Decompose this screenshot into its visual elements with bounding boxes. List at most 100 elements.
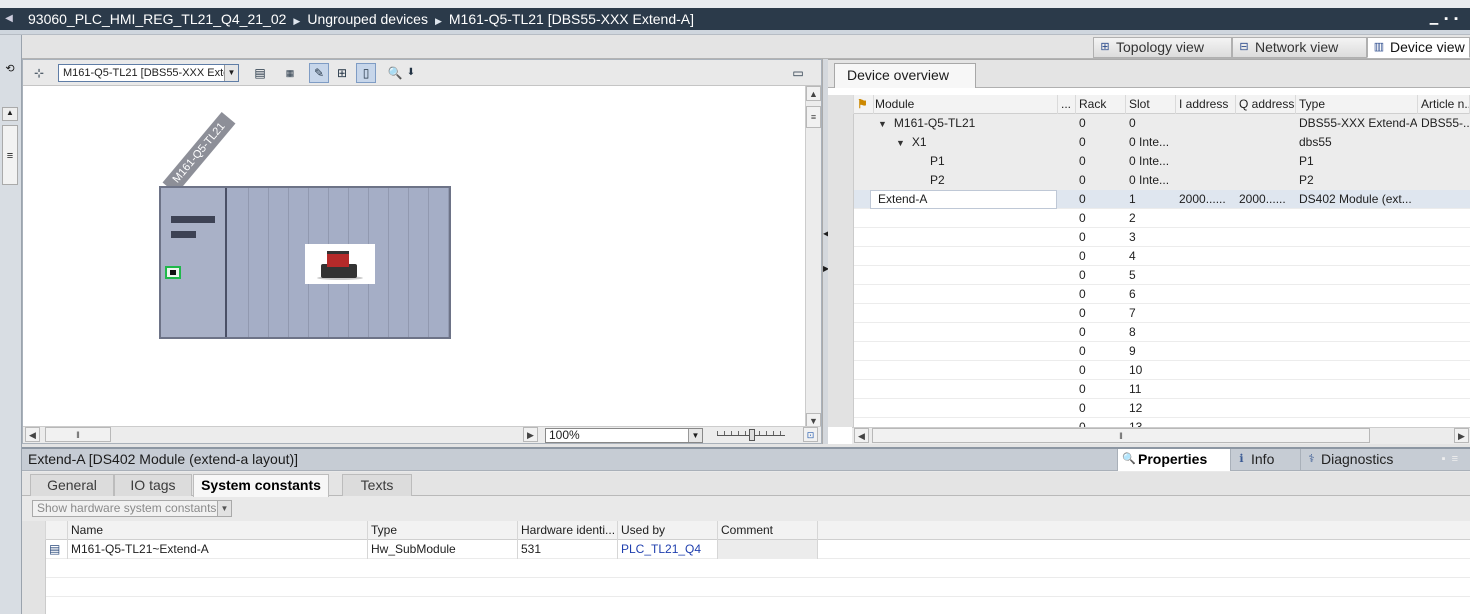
- scroll-thumb[interactable]: ≡: [2, 125, 18, 185]
- column-header-article-number[interactable]: Article n...: [1418, 95, 1470, 114]
- cell-article-number[interactable]: DBS55-...: [1418, 114, 1470, 133]
- cell-rack[interactable]: 0: [1076, 114, 1126, 133]
- table-row[interactable]: ▼ X1 0 0 Inte... dbs55: [828, 133, 1470, 152]
- subtab-texts[interactable]: Texts: [342, 474, 412, 496]
- cell-type[interactable]: [1296, 399, 1418, 418]
- cell-rack[interactable]: 0: [1076, 285, 1126, 304]
- rack[interactable]: [159, 186, 451, 339]
- tab-network-view[interactable]: ⊟ Network view: [1232, 37, 1367, 58]
- cell-q-address[interactable]: [1236, 152, 1296, 171]
- cell-rack[interactable]: 0: [1076, 304, 1126, 323]
- cell-module[interactable]: ▼ X1: [872, 133, 1058, 152]
- cell-i-address[interactable]: [1176, 361, 1236, 380]
- cell-i-address[interactable]: [1176, 152, 1236, 171]
- cell-hardware-identifier[interactable]: 531: [518, 540, 618, 559]
- cell-q-address[interactable]: 2000......: [1236, 190, 1296, 209]
- editor-vertical-scrollbar[interactable]: ▲ ≡ ▼: [805, 86, 821, 428]
- cell-module[interactable]: [872, 209, 1058, 228]
- cell-slot[interactable]: 13: [1126, 418, 1176, 427]
- table-row[interactable]: 0 10: [828, 361, 1470, 380]
- device-name-label[interactable]: M161-Q5-TL21: [162, 111, 236, 195]
- cell-slot[interactable]: 0 Inte...: [1126, 133, 1176, 152]
- cell-rack[interactable]: 0: [1076, 171, 1126, 190]
- table-row[interactable]: 04: [828, 247, 1470, 266]
- cell-type[interactable]: [1296, 304, 1418, 323]
- cell-rack[interactable]: 0: [1076, 228, 1126, 247]
- cell-type[interactable]: [1296, 342, 1418, 361]
- cell-article-number[interactable]: [1418, 133, 1470, 152]
- fit-to-window-icon[interactable]: ⊡: [803, 427, 818, 442]
- cell-q-address[interactable]: [1236, 133, 1296, 152]
- cell-q-address[interactable]: [1236, 266, 1296, 285]
- overview-navigation-icon[interactable]: ▭: [788, 63, 808, 83]
- column-header-name[interactable]: Name: [68, 521, 368, 540]
- cell-slot[interactable]: 4: [1126, 247, 1176, 266]
- cell-q-address[interactable]: [1236, 323, 1296, 342]
- scroll-thumb[interactable]: ‖: [872, 428, 1370, 443]
- cell-rack[interactable]: 0: [1076, 209, 1126, 228]
- table-row[interactable]: P1 0 0 Inte... P1: [828, 152, 1470, 171]
- cell-type[interactable]: [1296, 361, 1418, 380]
- chevron-down-icon[interactable]: ▼: [224, 65, 238, 81]
- cell-i-address[interactable]: [1176, 285, 1236, 304]
- cell-rack[interactable]: 0: [1076, 418, 1126, 427]
- table-row[interactable]: 07: [828, 304, 1470, 323]
- table-row[interactable]: 0 11: [828, 380, 1470, 399]
- cell-comment[interactable]: [718, 540, 818, 559]
- cell-type[interactable]: [1296, 323, 1418, 342]
- extend-a-module-image[interactable]: [305, 244, 375, 284]
- cell-q-address[interactable]: [1236, 171, 1296, 190]
- cell-rack[interactable]: 0: [1076, 152, 1126, 171]
- cell-slot[interactable]: 9: [1126, 342, 1176, 361]
- device-tree-icon[interactable]: ⊹: [29, 63, 49, 83]
- cell-module[interactable]: [872, 342, 1058, 361]
- cell-q-address[interactable]: [1236, 114, 1296, 133]
- cell-type[interactable]: [1296, 209, 1418, 228]
- column-header-type[interactable]: Type: [368, 521, 518, 540]
- cell-rack[interactable]: 0: [1076, 361, 1126, 380]
- column-header-more[interactable]: ...: [1058, 95, 1076, 114]
- table-row[interactable]: 09: [828, 342, 1470, 361]
- expand-toggle-icon[interactable]: ▼: [878, 119, 887, 129]
- tab-diagnostics[interactable]: ⚕ Diagnostics: [1300, 449, 1422, 471]
- cell-q-address[interactable]: [1236, 361, 1296, 380]
- table-row[interactable]: 06: [828, 285, 1470, 304]
- expand-toggle-icon[interactable]: ▼: [896, 138, 905, 148]
- scroll-up-icon[interactable]: ▲: [806, 86, 821, 101]
- cell-rack[interactable]: 0: [1076, 323, 1126, 342]
- cell-i-address[interactable]: [1176, 247, 1236, 266]
- table-row[interactable]: 0 13: [828, 418, 1470, 427]
- cell-article-number[interactable]: [1418, 171, 1470, 190]
- scroll-right-icon[interactable]: ▶: [1454, 428, 1469, 443]
- cell-slot[interactable]: 2: [1126, 209, 1176, 228]
- cell-q-address[interactable]: [1236, 285, 1296, 304]
- cell-i-address[interactable]: [1176, 133, 1236, 152]
- tab-device-view[interactable]: ▥ Device view: [1367, 37, 1470, 58]
- cell-slot[interactable]: 10: [1126, 361, 1176, 380]
- cell-article-number[interactable]: [1418, 247, 1470, 266]
- show-addresses-icon[interactable]: ✎: [309, 63, 329, 83]
- column-header-comment[interactable]: Comment: [718, 521, 818, 540]
- cell-i-address[interactable]: [1176, 266, 1236, 285]
- cell-module[interactable]: P1: [872, 152, 1058, 171]
- cell-rack[interactable]: 0: [1076, 342, 1126, 361]
- cell-article-number[interactable]: [1418, 342, 1470, 361]
- cell-used-by-link[interactable]: PLC_TL21_Q4: [618, 540, 718, 559]
- cell-module[interactable]: [872, 380, 1058, 399]
- scroll-right-icon[interactable]: ▶: [523, 427, 538, 442]
- cell-rack[interactable]: 0: [1076, 190, 1126, 209]
- column-header-used-by[interactable]: Used by: [618, 521, 718, 540]
- column-header-module[interactable]: Module: [872, 95, 1058, 114]
- cell-module[interactable]: P2: [872, 171, 1058, 190]
- cell-i-address[interactable]: [1176, 342, 1236, 361]
- table-row[interactable]: P2 0 0 Inte... P2: [828, 171, 1470, 190]
- cell-slot[interactable]: 0 Inte...: [1126, 171, 1176, 190]
- table-row[interactable]: 02: [828, 209, 1470, 228]
- tab-properties[interactable]: 🔍 Properties: [1117, 449, 1230, 471]
- column-header-slot[interactable]: Slot: [1126, 95, 1176, 114]
- cell-type[interactable]: DBS55-XXX Extend-A: [1296, 114, 1418, 133]
- cell-slot[interactable]: 0: [1126, 114, 1176, 133]
- cell-q-address[interactable]: [1236, 399, 1296, 418]
- device-properties-icon[interactable]: ▤: [250, 63, 270, 83]
- subtab-system-constants[interactable]: System constants: [193, 474, 329, 497]
